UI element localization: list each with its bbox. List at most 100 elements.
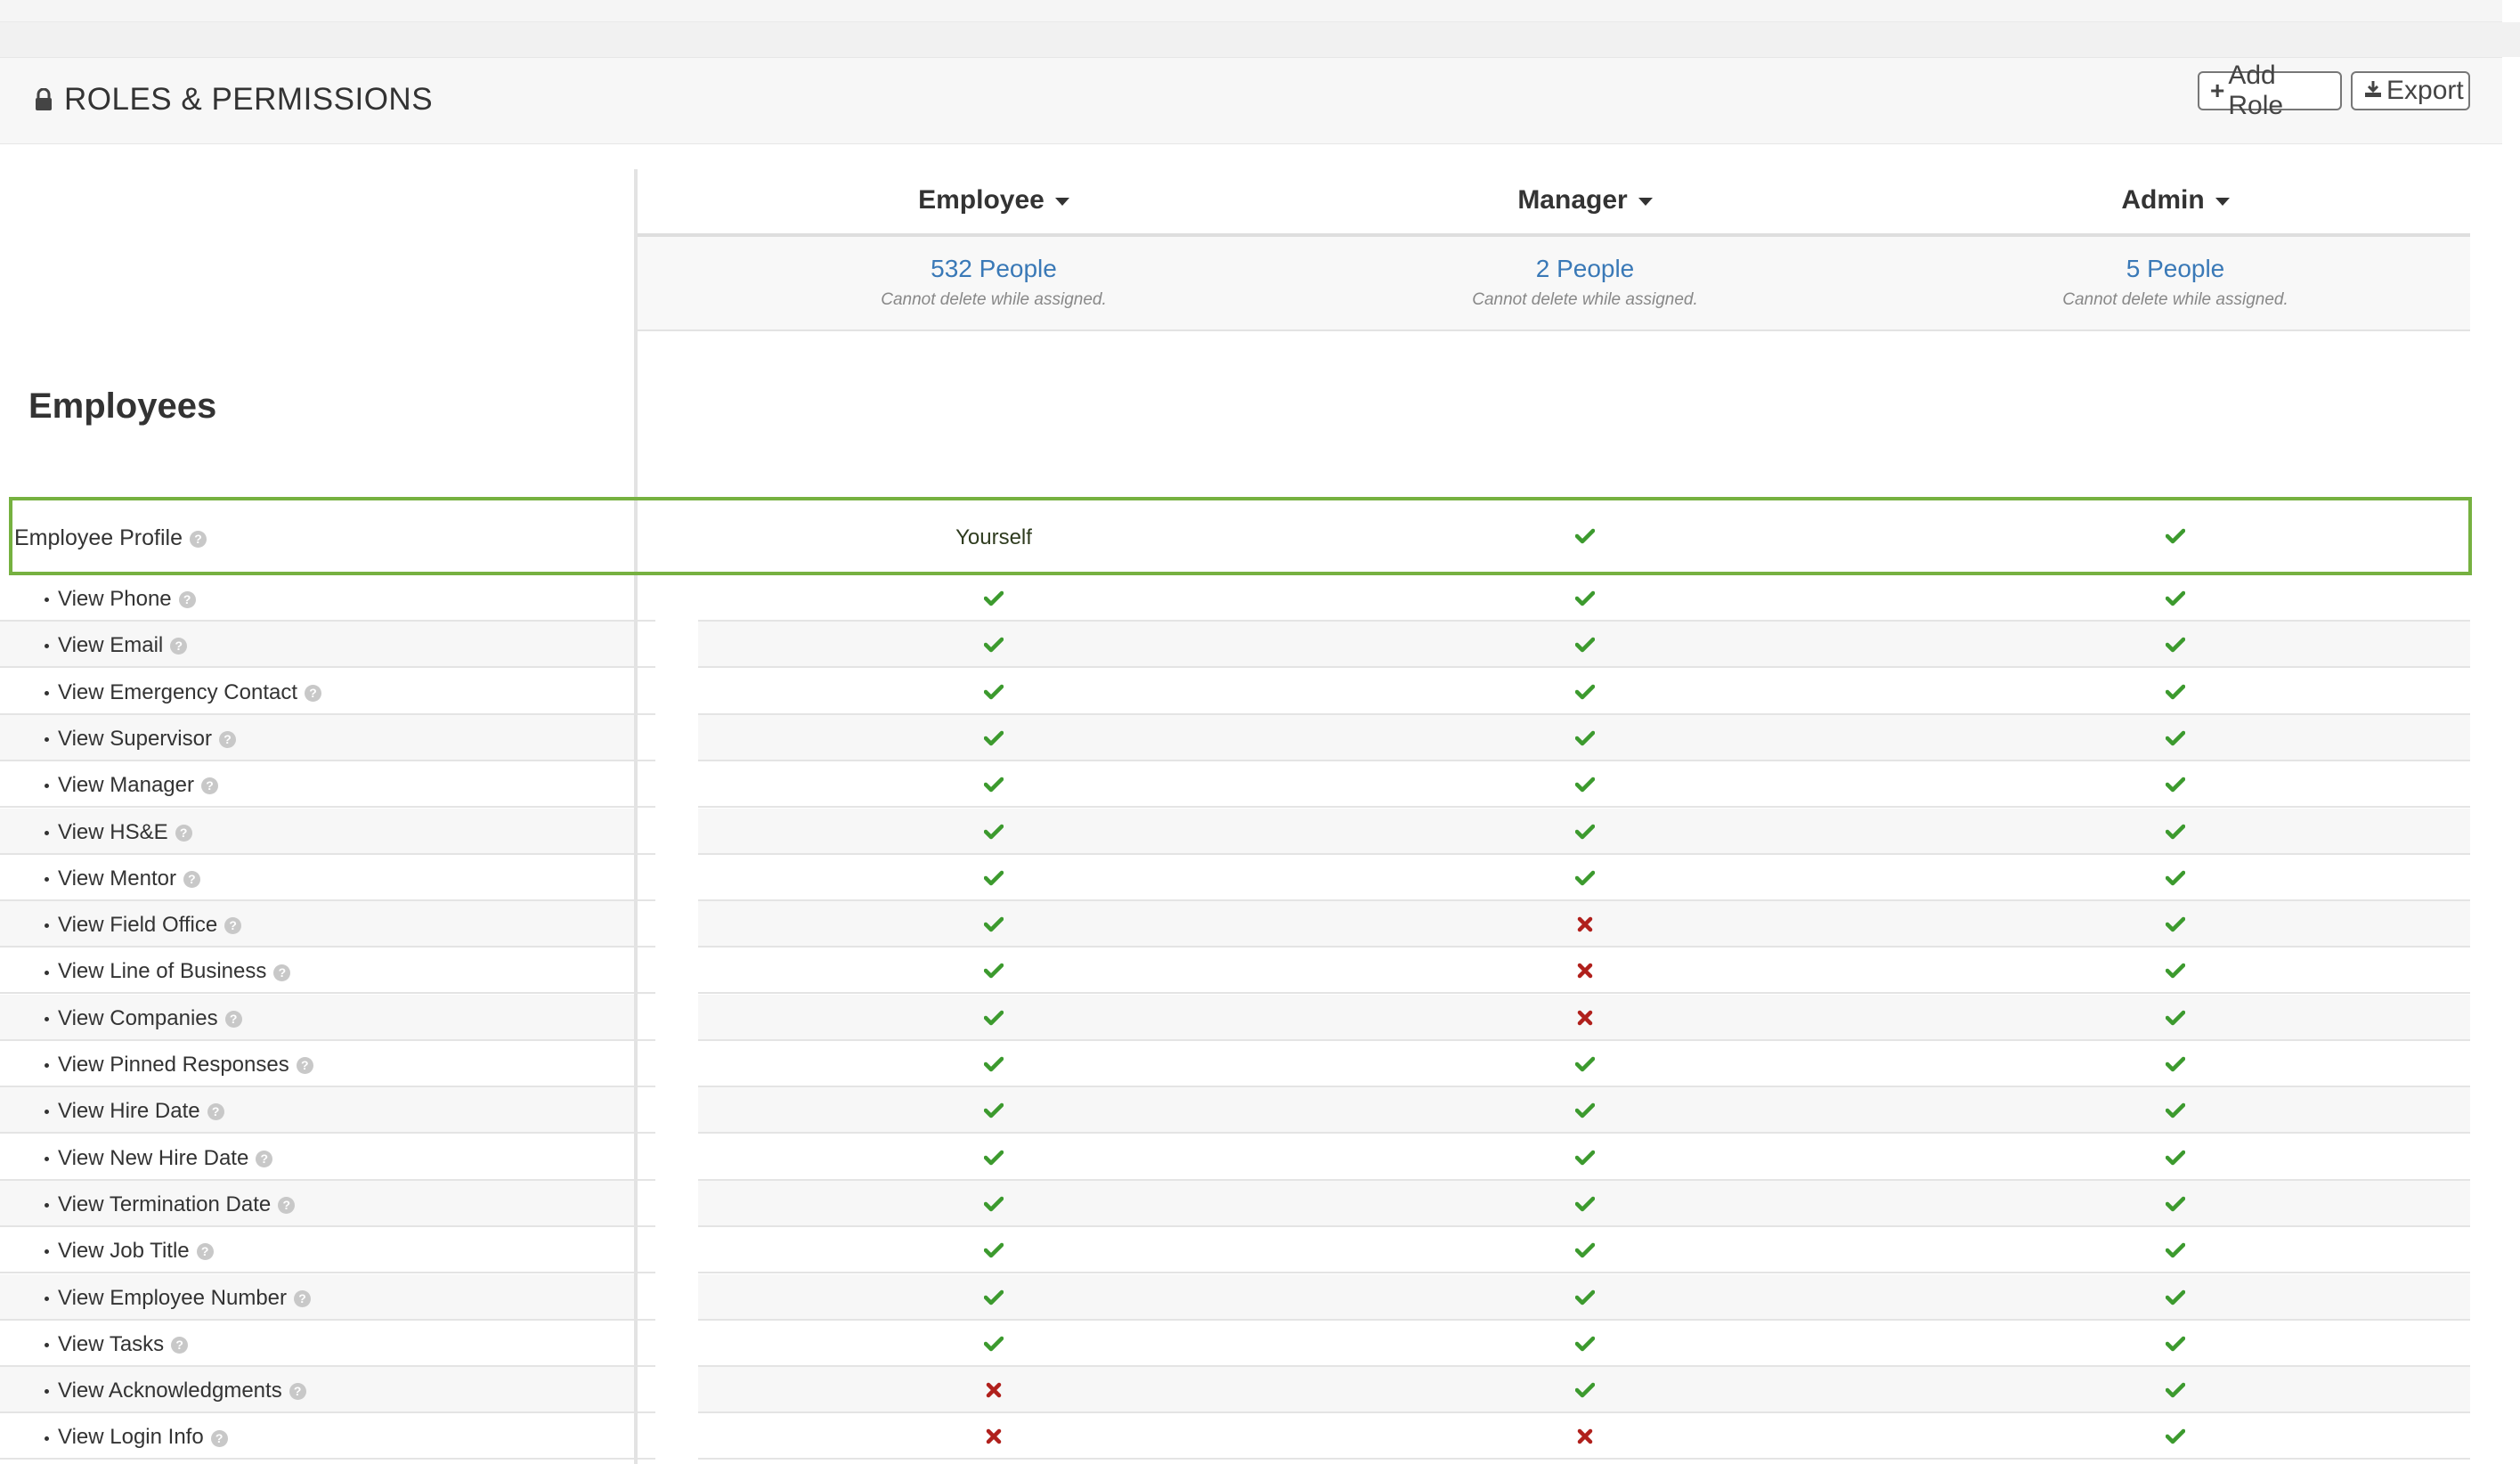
- bullet-icon: [45, 1110, 49, 1115]
- permission-row: View Field Office?: [0, 901, 2470, 948]
- row-label: View Email?: [45, 633, 188, 658]
- permission-row: View HS&E?: [0, 808, 2470, 855]
- permission-row: View Companies?: [0, 994, 2470, 1041]
- bullet-icon: [45, 598, 49, 603]
- check-icon: [1953, 948, 2398, 994]
- check-icon: [1953, 1227, 2398, 1273]
- question-circle-icon[interactable]: ?: [210, 1429, 228, 1447]
- bullet-icon: [45, 1063, 49, 1069]
- check-icon: [1953, 809, 2398, 855]
- question-circle-icon[interactable]: ?: [296, 1057, 313, 1075]
- check-icon: [1362, 761, 1808, 808]
- check-icon: [1953, 1135, 2398, 1181]
- bullet-icon: [45, 1203, 49, 1208]
- check-icon: [1953, 995, 2398, 1041]
- question-circle-icon[interactable]: ?: [224, 1010, 242, 1028]
- check-icon: [1362, 1274, 1808, 1321]
- permission-row: View Employee Number?: [0, 1273, 2470, 1321]
- row-label-text: View Tasks: [58, 1331, 165, 1356]
- bullet-icon: [45, 690, 49, 695]
- role-name: Manager: [1517, 185, 1628, 215]
- role-name: Employee: [918, 185, 1045, 215]
- panel-title-text: ROLES & PERMISSIONS: [64, 82, 434, 117]
- bullet-icon: [45, 1342, 49, 1347]
- question-circle-icon[interactable]: ?: [289, 1383, 306, 1401]
- top-strip: [0, 0, 2502, 22]
- check-icon: [1953, 513, 2398, 559]
- check-icon: [1362, 1367, 1808, 1413]
- check-icon: [771, 948, 1216, 994]
- delete-note: Cannot delete while assigned.: [1472, 290, 1698, 309]
- check-icon: [771, 1274, 1216, 1321]
- check-icon: [1362, 513, 1808, 559]
- row-label-text: View Supervisor: [58, 726, 212, 751]
- people-count-manager[interactable]: 2 People: [1362, 255, 1808, 283]
- question-circle-icon[interactable]: ?: [189, 530, 207, 548]
- row-label-text: View Pinned Responses: [58, 1053, 289, 1077]
- permission-row: View Tasks?: [0, 1321, 2470, 1367]
- download-icon: [2363, 77, 2383, 105]
- check-icon: [771, 1227, 1216, 1273]
- cross-icon: [771, 1367, 1216, 1413]
- question-circle-icon[interactable]: ?: [305, 684, 322, 702]
- row-label-text: View New Hire Date: [58, 1145, 249, 1170]
- row-label: View Field Office?: [45, 913, 242, 938]
- row-label-text: View Termination Date: [58, 1192, 272, 1216]
- bullet-icon: [45, 1296, 49, 1301]
- check-icon: [1953, 1041, 2398, 1087]
- question-circle-icon[interactable]: ?: [171, 1336, 189, 1354]
- people-count-admin[interactable]: 5 People: [1953, 255, 2398, 283]
- row-label-text: View Manager: [58, 773, 194, 798]
- check-icon: [771, 1181, 1216, 1227]
- section-title: Employees: [28, 386, 217, 426]
- check-icon: [1362, 715, 1808, 761]
- export-label: Export: [2386, 76, 2464, 105]
- cross-icon: [1362, 1413, 1808, 1460]
- row-label: View Termination Date?: [45, 1192, 296, 1217]
- role-header-employee[interactable]: Employee: [771, 185, 1216, 216]
- row-divider: [638, 1458, 655, 1460]
- check-icon: [771, 855, 1216, 901]
- question-circle-icon[interactable]: ?: [294, 1289, 312, 1307]
- bullet-icon: [45, 830, 49, 835]
- export-button[interactable]: Export: [2351, 71, 2470, 110]
- question-circle-icon[interactable]: ?: [200, 777, 218, 795]
- question-circle-icon[interactable]: ?: [196, 1243, 214, 1261]
- add-role-button[interactable]: + Add Role: [2198, 61, 2342, 120]
- question-circle-icon[interactable]: ?: [170, 638, 188, 655]
- people-count-employee[interactable]: 532 People: [771, 255, 1216, 283]
- permission-row: View Phone?: [0, 575, 2470, 622]
- check-icon: [1953, 1274, 2398, 1321]
- row-label-text: View Acknowledgments: [58, 1379, 282, 1403]
- role-header-admin[interactable]: Admin: [1953, 185, 2398, 216]
- check-icon: [1953, 575, 2398, 622]
- question-circle-icon[interactable]: ?: [224, 917, 242, 935]
- row-label: View New Hire Date?: [45, 1145, 273, 1171]
- check-icon: [1362, 1321, 1808, 1367]
- lock-icon: [34, 88, 53, 111]
- role-header-manager[interactable]: Manager: [1362, 185, 1808, 216]
- bullet-icon: [45, 1249, 49, 1255]
- check-icon: [1953, 669, 2398, 715]
- check-icon: [1362, 1135, 1808, 1181]
- permission-row: View Supervisor?: [0, 714, 2470, 761]
- delete-note: Cannot delete while assigned.: [2062, 290, 2288, 309]
- question-circle-icon[interactable]: ?: [175, 824, 192, 842]
- caret-down-icon: [1054, 197, 1069, 206]
- row-label: View Supervisor?: [45, 727, 236, 752]
- question-circle-icon[interactable]: ?: [278, 1197, 296, 1215]
- row-label: View Mentor?: [45, 866, 200, 891]
- row-label: View Login Info?: [45, 1425, 228, 1450]
- question-circle-icon[interactable]: ?: [256, 1150, 273, 1167]
- question-circle-icon[interactable]: ?: [207, 1103, 224, 1121]
- row-label-text: View Emergency Contact: [58, 679, 298, 704]
- check-icon: [1953, 1181, 2398, 1227]
- row-label-text: View Employee Number: [58, 1285, 288, 1310]
- question-circle-icon[interactable]: ?: [218, 731, 236, 749]
- row-label-text: View Mentor: [58, 866, 176, 891]
- cross-icon: [1362, 995, 1808, 1041]
- question-circle-icon[interactable]: ?: [178, 591, 196, 609]
- question-circle-icon[interactable]: ?: [183, 870, 200, 888]
- question-circle-icon[interactable]: ?: [273, 964, 291, 981]
- permission-row: View Emergency Contact?: [0, 669, 2470, 715]
